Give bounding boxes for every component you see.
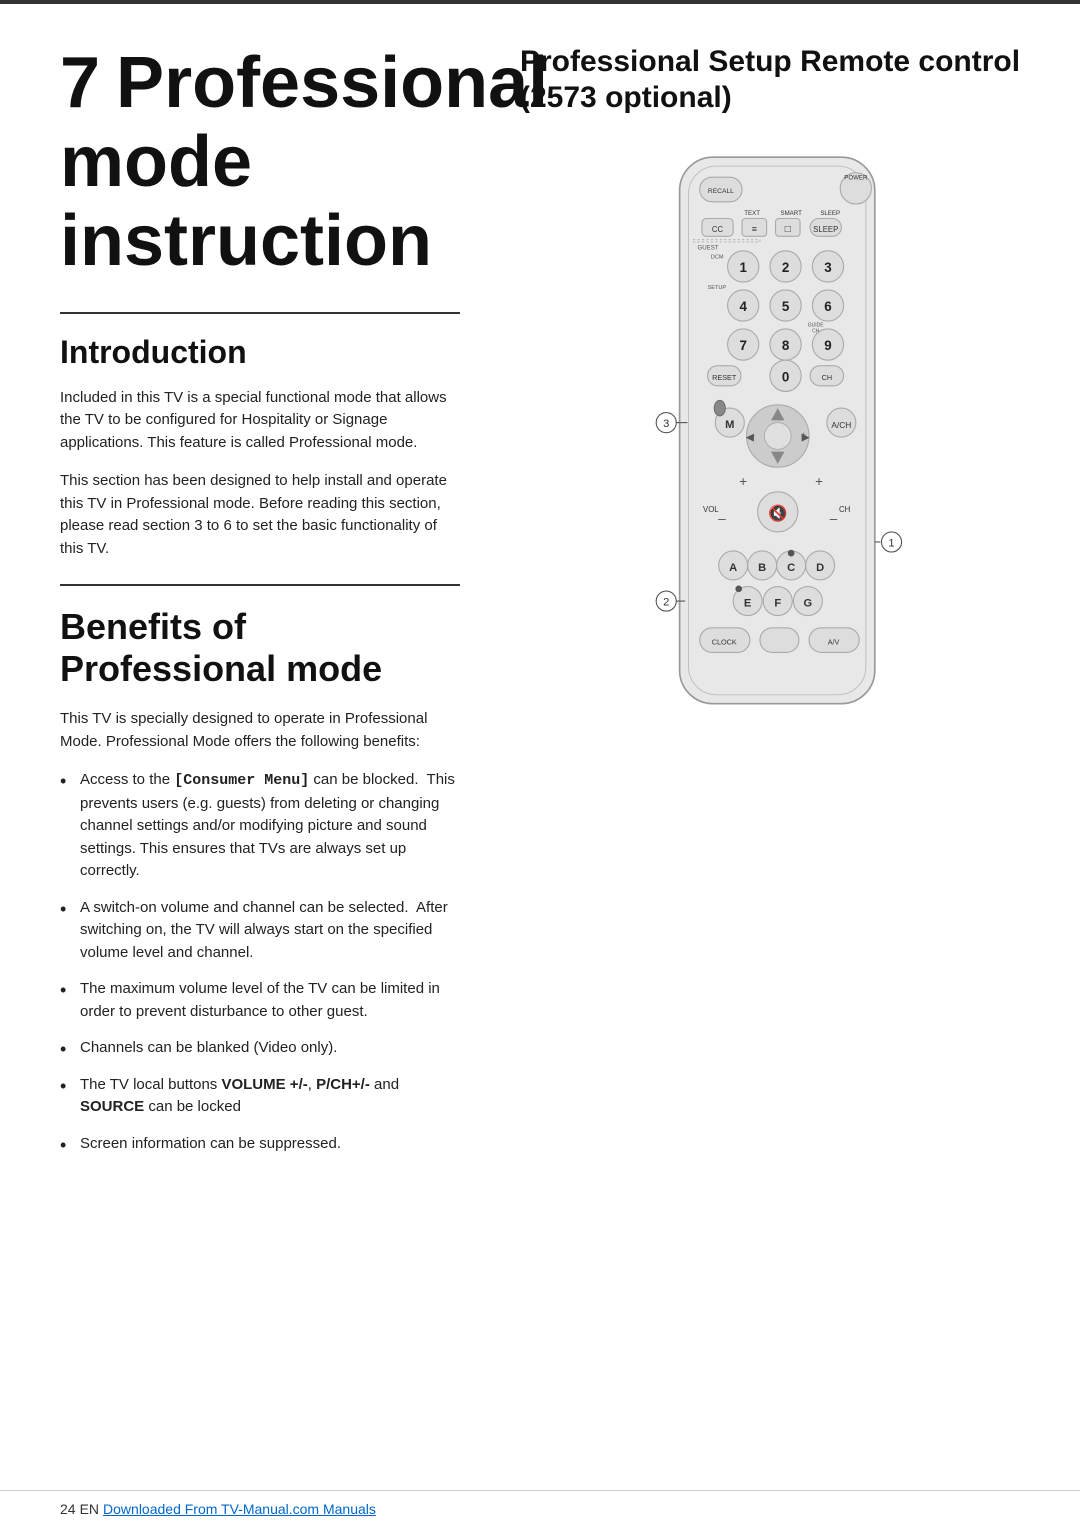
volume-label: VOLUME +/- [221, 1076, 307, 1093]
consumer-menu-label: [Consumer Menu] [174, 772, 309, 789]
list-item: Screen information can be suppressed. [60, 1133, 460, 1156]
svg-text:□: □ [785, 224, 791, 235]
svg-text:TEXT: TEXT [744, 210, 760, 217]
svg-text:G: G [804, 598, 813, 610]
svg-text:GUEST: GUEST [697, 245, 718, 252]
svg-text:RECALL: RECALL [708, 188, 734, 195]
benefits-divider [60, 584, 460, 586]
svg-text:4: 4 [739, 299, 747, 314]
remote-container: POWER RECALL TEXT SMART SLEEP CC ≡ [520, 146, 1040, 726]
svg-text:1: 1 [888, 537, 894, 549]
footer-lang: EN [80, 1501, 99, 1517]
chapter-title: 7Professionalmodeinstruction [60, 44, 460, 282]
svg-text:CH: CH [839, 505, 850, 514]
svg-text:A/V: A/V [828, 638, 840, 647]
svg-text:E: E [744, 598, 751, 610]
svg-text:+: + [739, 474, 747, 489]
left-column: 7Professionalmodeinstruction Introductio… [0, 4, 500, 1490]
footer: 24 EN Downloaded From TV-Manual.com Manu… [0, 1490, 1080, 1527]
list-item: The TV local buttons VOLUME +/-, P/CH+/-… [60, 1074, 460, 1119]
footer-page-number: 24 [60, 1501, 76, 1517]
chapter-number: 7 [60, 43, 100, 123]
intro-divider [60, 312, 460, 314]
svg-text:A: A [729, 562, 737, 574]
intro-title: Introduction [60, 334, 460, 371]
svg-text:CC: CC [712, 225, 724, 234]
svg-text:1: 1 [739, 260, 747, 275]
right-column: Professional Setup Remote control (2573 … [500, 4, 1080, 1490]
svg-text:SLEEP: SLEEP [813, 225, 838, 234]
svg-text:2: 2 [782, 260, 789, 275]
remote-svg: POWER RECALL TEXT SMART SLEEP CC ≡ [630, 146, 930, 726]
svg-text:8: 8 [782, 338, 790, 353]
svg-text:3: 3 [824, 260, 831, 275]
intro-paragraph-2: This section has been designed to help i… [60, 470, 460, 560]
svg-text:DCM: DCM [711, 255, 724, 261]
svg-text:3: 3 [663, 418, 669, 430]
svg-text:9: 9 [824, 338, 831, 353]
svg-text:CH: CH [822, 373, 832, 382]
svg-text:–: – [830, 511, 838, 526]
list-item: A switch-on volume and channel can be se… [60, 897, 460, 965]
source-label: SOURCE [80, 1098, 144, 1115]
svg-text:D: D [816, 562, 824, 574]
footer-link[interactable]: Downloaded From TV-Manual.com Manuals [103, 1501, 376, 1517]
pch-label: P/CH+/- [316, 1076, 370, 1093]
svg-text:6: 6 [824, 299, 831, 314]
benefits-list: Access to the [Consumer Menu] can be blo… [60, 769, 460, 1155]
benefits-title: Benefits of Professional mode [60, 606, 460, 690]
svg-text:VOL: VOL [703, 505, 719, 514]
svg-text:SMART: SMART [780, 210, 802, 217]
svg-text:5: 5 [782, 299, 790, 314]
svg-text:CH: CH [812, 328, 820, 334]
svg-text:F: F [774, 598, 781, 610]
intro-paragraph-1: Included in this TV is a special functio… [60, 387, 460, 455]
svg-text:POWER: POWER [844, 174, 868, 181]
svg-text:C: C [787, 562, 795, 574]
page-container: 7Professionalmodeinstruction Introductio… [0, 0, 1080, 1527]
svg-text:SETUP: SETUP [708, 285, 727, 291]
svg-text:–: – [718, 511, 726, 526]
content-wrapper: 7Professionalmodeinstruction Introductio… [0, 4, 1080, 1490]
svg-text:2: 2 [663, 597, 669, 609]
svg-text:0: 0 [782, 369, 789, 384]
svg-text:+: + [801, 430, 806, 440]
svg-text:+: + [815, 474, 823, 489]
svg-text:7: 7 [739, 338, 746, 353]
svg-text:B: B [758, 562, 766, 574]
list-item: The maximum volume level of the TV can b… [60, 978, 460, 1023]
svg-text:A/CH: A/CH [831, 420, 851, 430]
list-item: Access to the [Consumer Menu] can be blo… [60, 769, 460, 883]
svg-text:M: M [725, 419, 734, 431]
benefits-intro: This TV is specially designed to operate… [60, 708, 460, 753]
svg-text:≡: ≡ [752, 224, 757, 234]
svg-text:–: – [750, 430, 755, 440]
svg-text:CLOCK: CLOCK [712, 638, 737, 647]
svg-text:RESET: RESET [712, 373, 737, 382]
right-title: Professional Setup Remote control (2573 … [520, 44, 1040, 116]
list-item: Channels can be blanked (Video only). [60, 1037, 460, 1060]
svg-text:🔇: 🔇 [768, 504, 787, 523]
svg-text:SLEEP: SLEEP [820, 210, 840, 217]
